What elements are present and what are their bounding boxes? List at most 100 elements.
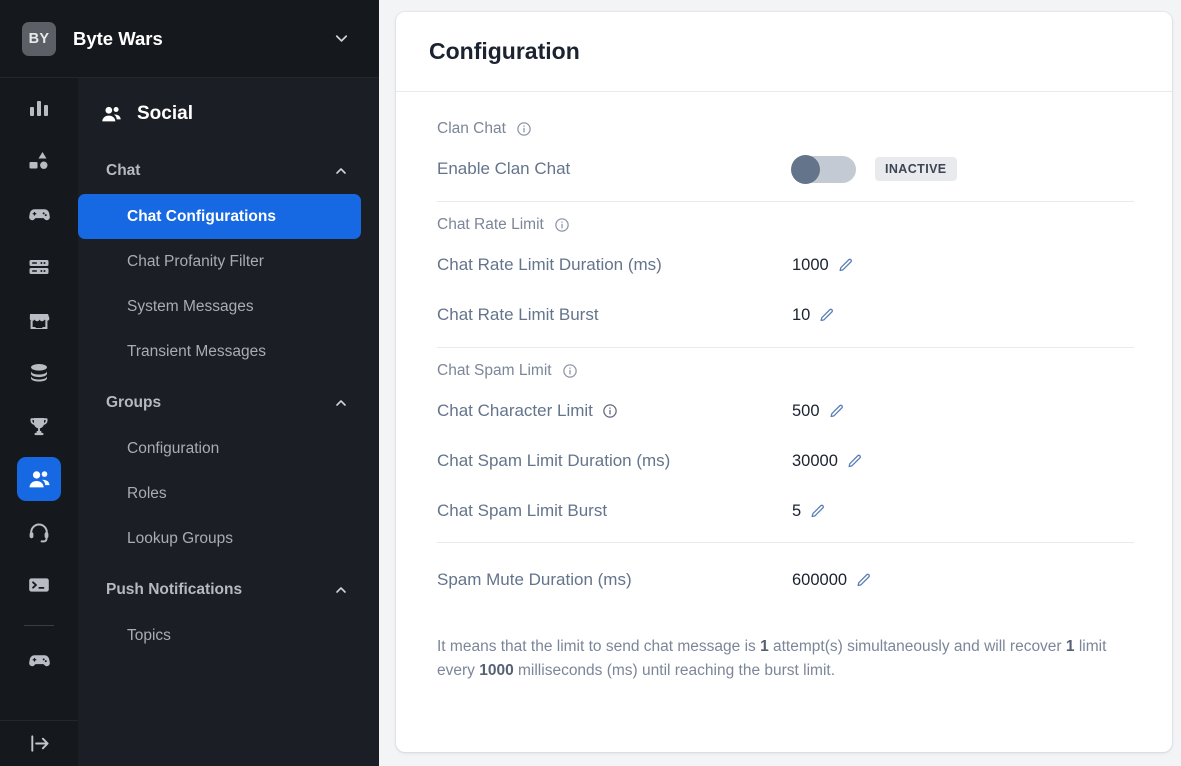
note-bold-2: 1 bbox=[1065, 638, 1075, 655]
row-label-text: Chat Character Limit bbox=[437, 401, 593, 420]
card-body: Clan Chat Enable Clan Chat INACTIVE Chat… bbox=[396, 92, 1172, 752]
enable-clan-chat-toggle[interactable] bbox=[791, 154, 856, 184]
nav-section-label: Social bbox=[137, 103, 193, 124]
rail-divider bbox=[24, 625, 54, 626]
pencil-icon[interactable] bbox=[818, 307, 835, 324]
row-label: Chat Spam Limit Duration (ms) bbox=[437, 451, 792, 471]
row-label: Chat Character Limit bbox=[437, 401, 792, 421]
row-chat-rate-limit-duration: Chat Rate Limit Duration (ms) 1000 bbox=[437, 240, 1134, 290]
row-value-text: 600000 bbox=[792, 570, 848, 589]
toggle-knob bbox=[791, 154, 820, 184]
pencil-icon[interactable] bbox=[837, 257, 854, 274]
row-label-text: Chat Spam Limit Burst bbox=[437, 501, 608, 520]
chevron-up-icon[interactable] bbox=[333, 395, 349, 411]
terminal-icon[interactable] bbox=[17, 563, 61, 607]
row-label-text: Enable Clan Chat bbox=[437, 159, 571, 178]
section-label-text: Chat Spam Limit bbox=[437, 362, 552, 379]
row-value-text: 500 bbox=[792, 401, 820, 420]
page-title: Configuration bbox=[429, 38, 580, 64]
nav-group-push-notifications[interactable]: Push Notifications bbox=[78, 567, 361, 613]
row-spam-mute-duration: Spam Mute Duration (ms) 600000 bbox=[437, 555, 1134, 605]
nav-group-label: Groups bbox=[106, 394, 162, 411]
chevron-down-icon[interactable] bbox=[332, 29, 351, 48]
section-label-text: Clan Chat bbox=[437, 120, 506, 137]
pencil-icon[interactable] bbox=[846, 453, 863, 470]
section-label-text: Chat Rate Limit bbox=[437, 216, 544, 233]
info-icon[interactable] bbox=[562, 363, 578, 379]
nav-group-label: Chat bbox=[106, 162, 141, 179]
divider bbox=[437, 542, 1134, 543]
gamepad-secondary-icon[interactable] bbox=[17, 638, 61, 682]
sidebar-item-chat-configurations[interactable]: Chat Configurations bbox=[78, 194, 361, 239]
gamepad-icon[interactable] bbox=[17, 192, 61, 236]
chevron-up-icon[interactable] bbox=[333, 163, 349, 179]
shapes-icon[interactable] bbox=[17, 139, 61, 183]
sidebar-item-system-messages[interactable]: System Messages bbox=[78, 284, 361, 329]
icon-rail bbox=[0, 78, 78, 766]
row-label: Spam Mute Duration (ms) bbox=[437, 570, 792, 590]
row-label: Chat Rate Limit Burst bbox=[437, 305, 792, 325]
analytics-icon[interactable] bbox=[17, 86, 61, 130]
row-value: 5 bbox=[792, 502, 826, 521]
toggle-wrap: INACTIVE bbox=[791, 154, 957, 184]
workspace-header[interactable]: BY Byte Wars bbox=[0, 0, 379, 78]
chevron-up-icon[interactable] bbox=[333, 582, 349, 598]
sidebar-item-transient-messages[interactable]: Transient Messages bbox=[78, 329, 361, 374]
note-part-4: milliseconds (ms) until reaching the bur… bbox=[513, 662, 836, 680]
row-enable-clan-chat: Enable Clan Chat INACTIVE bbox=[437, 144, 1134, 194]
workspace-name: Byte Wars bbox=[73, 27, 163, 49]
sidebar-item-groups-configuration[interactable]: Configuration bbox=[78, 426, 361, 471]
row-label: Enable Clan Chat bbox=[437, 159, 792, 179]
nav-group-chat[interactable]: Chat bbox=[78, 148, 361, 194]
row-chat-spam-limit-duration: Chat Spam Limit Duration (ms) 30000 bbox=[437, 436, 1134, 486]
storefront-icon[interactable] bbox=[17, 298, 61, 342]
sidebar-item-lookup-groups[interactable]: Lookup Groups bbox=[78, 516, 361, 561]
people-icon bbox=[100, 103, 123, 126]
icon-rail-scroll bbox=[0, 78, 78, 720]
row-value: 10 bbox=[792, 306, 835, 325]
server-icon[interactable] bbox=[17, 245, 61, 289]
card-header: Configuration bbox=[396, 12, 1172, 92]
info-icon[interactable] bbox=[554, 217, 570, 233]
main-area: Configuration Clan Chat Enable Clan Chat bbox=[379, 0, 1181, 766]
sidebar-item-topics[interactable]: Topics bbox=[78, 613, 361, 658]
headset-icon[interactable] bbox=[17, 510, 61, 554]
sidebar-item-roles[interactable]: Roles bbox=[78, 471, 361, 516]
row-label-text: Chat Rate Limit Duration (ms) bbox=[437, 255, 662, 274]
logout-icon[interactable] bbox=[0, 720, 78, 766]
section-label-chat-spam-limit: Chat Spam Limit bbox=[437, 362, 1134, 380]
panel-body: Social Chat Chat Configurations Chat Pro… bbox=[0, 78, 379, 766]
database-icon[interactable] bbox=[17, 351, 61, 395]
row-chat-spam-limit-burst: Chat Spam Limit Burst 5 bbox=[437, 486, 1134, 536]
row-label-text: Spam Mute Duration (ms) bbox=[437, 570, 632, 589]
row-value: 500 bbox=[792, 402, 845, 421]
row-value-text: 1000 bbox=[792, 255, 829, 274]
nav-group-label: Push Notifications bbox=[106, 581, 243, 598]
nav-group-groups[interactable]: Groups bbox=[78, 380, 361, 426]
explanatory-note: It means that the limit to send chat mes… bbox=[437, 635, 1134, 683]
row-value-text: 30000 bbox=[792, 451, 838, 470]
app-root: BY Byte Wars Social Chat Chat Configurat… bbox=[0, 0, 1181, 766]
note-part-2: attempt(s) simultaneously and will recov… bbox=[768, 638, 1066, 655]
row-value: 1000 bbox=[792, 256, 854, 275]
info-icon[interactable] bbox=[602, 403, 618, 419]
row-label: Chat Rate Limit Duration (ms) bbox=[437, 255, 792, 275]
pencil-icon[interactable] bbox=[855, 572, 872, 589]
status-badge: INACTIVE bbox=[875, 157, 957, 181]
pencil-icon[interactable] bbox=[828, 403, 845, 420]
section-label-chat-rate-limit: Chat Rate Limit bbox=[437, 216, 1134, 234]
sidebar-item-chat-profanity-filter[interactable]: Chat Profanity Filter bbox=[78, 239, 361, 284]
pencil-icon[interactable] bbox=[809, 503, 826, 520]
row-value-text: 10 bbox=[792, 305, 811, 324]
people-icon[interactable] bbox=[17, 457, 61, 501]
nav-section-social: Social bbox=[78, 86, 361, 142]
row-label: Chat Spam Limit Burst bbox=[437, 501, 792, 521]
trophy-icon[interactable] bbox=[17, 404, 61, 448]
configuration-card: Configuration Clan Chat Enable Clan Chat bbox=[396, 12, 1172, 752]
row-value: 600000 bbox=[792, 571, 872, 590]
row-value-text: 5 bbox=[792, 501, 802, 520]
row-chat-character-limit: Chat Character Limit 500 bbox=[437, 386, 1134, 436]
row-value: 30000 bbox=[792, 452, 863, 471]
divider bbox=[437, 201, 1134, 202]
info-icon[interactable] bbox=[516, 121, 532, 137]
